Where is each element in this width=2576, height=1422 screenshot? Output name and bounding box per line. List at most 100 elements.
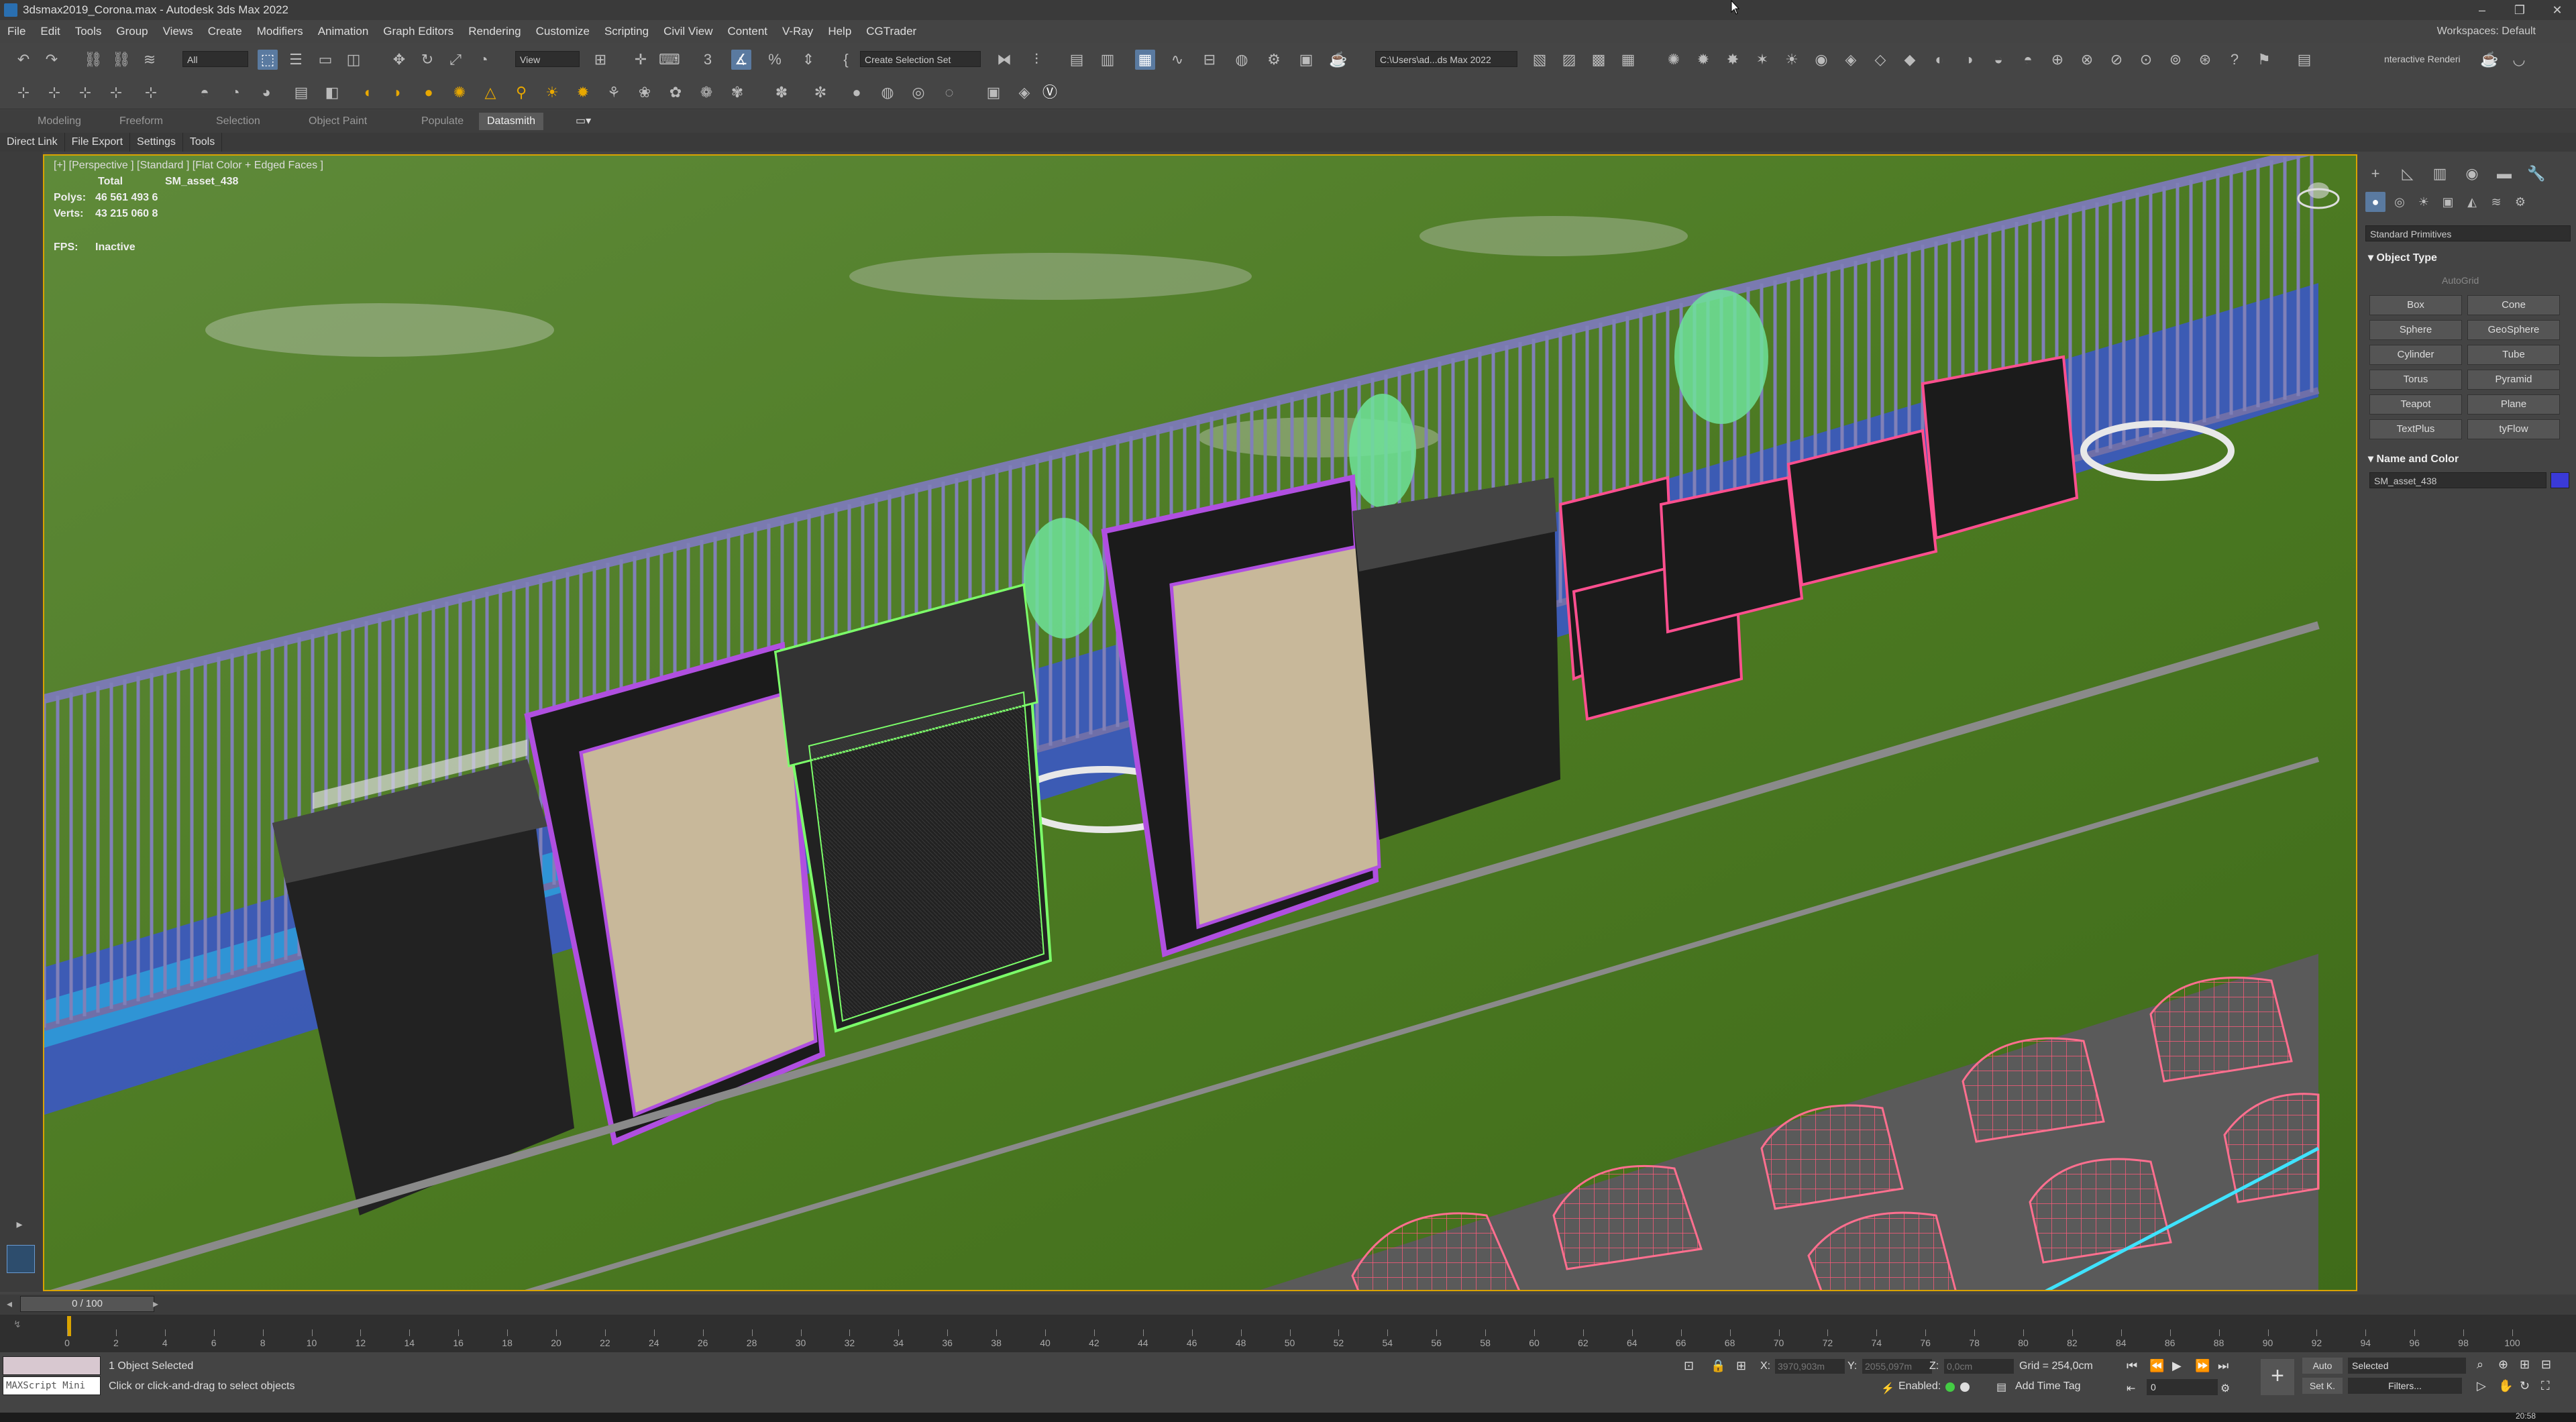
menu-create[interactable]: Create (201, 20, 250, 43)
tool-icon-11[interactable]: ◈ (1841, 50, 1861, 70)
redo-icon[interactable]: ↷ (42, 50, 62, 70)
zoom-all-icon[interactable]: ⊕ (2498, 1358, 2508, 1372)
sphere-button[interactable]: Sphere (2369, 320, 2462, 340)
rendered-frame-window-icon[interactable]: ▣ (1296, 50, 1316, 70)
time-tag-icon[interactable]: ▤ (1996, 1380, 2006, 1394)
tube-button[interactable]: Tube (2467, 345, 2560, 365)
helper-icon-5[interactable]: ✾ (727, 83, 747, 103)
object-type-header[interactable]: ▾ Object Type (2368, 251, 2437, 264)
next-frame-icon[interactable]: ⏩ (2195, 1359, 2210, 1373)
material-editor-icon[interactable]: ◍ (1232, 50, 1252, 70)
menu-file[interactable]: File (0, 20, 33, 43)
ribbon-tab-modeling[interactable]: Modeling (30, 113, 89, 130)
render-production-icon[interactable]: ☕ (1328, 50, 1348, 70)
subtab-file-export[interactable]: File Export (65, 133, 131, 152)
helpers-icon[interactable]: ◭ (2462, 192, 2482, 212)
keyboard-shortcut-icon[interactable]: ⌨ (659, 50, 680, 70)
adaptive-degradation-icon[interactable]: ⚡ (1881, 1382, 1894, 1395)
shapes-icon[interactable]: ◎ (2390, 192, 2410, 212)
light-tool-icon-3[interactable]: ✸ (1723, 50, 1743, 70)
key-filter-dropdown[interactable]: Selected (2348, 1358, 2466, 1374)
teapot-render-icon[interactable]: ☕ (2479, 50, 2500, 70)
isolate-icon[interactable]: ⊡ (1684, 1359, 1694, 1373)
time-slider-left-arrow[interactable]: ◂ (7, 1297, 12, 1311)
geosphere-button[interactable]: GeoSphere (2467, 320, 2560, 340)
workspaces-selector[interactable]: Workspaces: Default (2437, 20, 2536, 43)
maxscript-mini-listener[interactable]: MAXScript Mini (3, 1376, 101, 1395)
menu-cgtrader[interactable]: CGTrader (859, 20, 924, 43)
light-create-icon-8[interactable]: ✹ (573, 83, 593, 103)
tool-icon-21[interactable]: ⊙ (2136, 50, 2156, 70)
menu-tools[interactable]: Tools (68, 20, 109, 43)
material-tool-icon-3[interactable]: ◌ (939, 83, 959, 103)
snap-tool-icon-5[interactable]: ⊹ (141, 83, 161, 103)
light-tool-icon-2[interactable]: ✹ (1693, 50, 1713, 70)
tool-icon-17[interactable]: ◓ (2018, 50, 2038, 70)
vray-toolbar-icon-1[interactable]: ▧ (1529, 50, 1550, 70)
align-icon[interactable]: ⫶ (1026, 50, 1046, 70)
minimize-button[interactable]: – (2463, 0, 2501, 20)
reference-coordinate-dropdown[interactable]: View (515, 51, 580, 67)
selection-filter-dropdown[interactable]: All (182, 51, 248, 67)
name-and-color-header[interactable]: ▾ Name and Color (2368, 452, 2459, 466)
zoom-extents-icon[interactable]: ⊞ (2520, 1358, 2530, 1372)
light-create-icon-5[interactable]: △ (480, 83, 500, 103)
material-tool-icon-2[interactable]: ◎ (908, 83, 928, 103)
scene-explorer-icon[interactable]: ▤ (1067, 50, 1087, 70)
select-object-icon[interactable]: ⬚ (258, 50, 278, 70)
curve-editor-icon[interactable]: ∿ (1167, 50, 1187, 70)
zoom-icon[interactable]: ⌕ (2477, 1358, 2483, 1372)
helper-icon-2[interactable]: ❀ (635, 83, 655, 103)
mirror-icon[interactable]: ⧓ (994, 50, 1014, 70)
place-icon[interactable]: ◔ (474, 50, 494, 70)
time-config-icon[interactable]: ⚙ (2220, 1382, 2230, 1395)
menu-scripting[interactable]: Scripting (597, 20, 656, 43)
auto-key-button[interactable]: Auto (2302, 1358, 2343, 1374)
x-coordinate-field[interactable]: 3970,903m (1775, 1359, 1845, 1374)
expand-panel-icon[interactable]: ▸ (9, 1214, 30, 1234)
utilities-panel-icon[interactable]: 🔧 (2526, 164, 2546, 184)
vray-toolbar-icon-2[interactable]: ▨ (1559, 50, 1579, 70)
field-of-view-icon[interactable]: ▷ (2477, 1379, 2486, 1393)
light-tool-icon-1[interactable]: ✺ (1664, 50, 1684, 70)
create-tool-icon-2[interactable]: ◔ (225, 83, 246, 103)
tool-icon-15[interactable]: ◑ (1959, 50, 1979, 70)
zoom-extents-all-icon[interactable]: ⊟ (2541, 1358, 2551, 1372)
helper-icon-1[interactable]: ⚘ (604, 83, 624, 103)
material-tool-icon-1[interactable]: ◍ (877, 83, 898, 103)
spinner-snap-icon[interactable]: ⇕ (798, 50, 818, 70)
tool-icon-20[interactable]: ⊘ (2106, 50, 2127, 70)
undo-icon[interactable]: ↶ (13, 50, 34, 70)
camera-tool-icon[interactable]: ◉ (1811, 50, 1831, 70)
create-tool-icon-5[interactable]: ◧ (322, 83, 342, 103)
link-icon[interactable]: ⛓ (83, 50, 103, 70)
ribbon-tab-datasmith[interactable]: Datasmith (479, 113, 544, 130)
light-create-icon-4[interactable]: ✺ (449, 83, 470, 103)
subtab-tools[interactable]: Tools (183, 133, 223, 152)
menu-content[interactable]: Content (720, 20, 775, 43)
absolute-mode-icon[interactable]: ⊞ (1736, 1359, 1746, 1373)
create-selection-set-dropdown[interactable]: Create Selection Set (860, 51, 981, 67)
tool-icon-12[interactable]: ◇ (1870, 50, 1890, 70)
render-setup-icon[interactable]: ⚙ (1264, 50, 1284, 70)
tyflow-button[interactable]: tyFlow (2467, 419, 2560, 439)
motion-panel-icon[interactable]: ◉ (2462, 164, 2482, 184)
help-icon[interactable]: ? (2224, 50, 2245, 70)
helper-icon-3[interactable]: ✿ (665, 83, 686, 103)
ribbon-options-icon[interactable]: ▭▾ (568, 113, 599, 130)
percent-snap-icon[interactable]: % (765, 50, 785, 70)
maximize-viewport-icon[interactable]: ⛶ (2541, 1379, 2550, 1393)
box-button[interactable]: Box (2369, 295, 2462, 315)
lights-icon[interactable]: ☀ (2414, 192, 2434, 212)
filters-button[interactable]: Filters... (2348, 1378, 2462, 1394)
ribbon-tab-populate[interactable]: Populate (413, 113, 472, 130)
maxscript-listener-pink[interactable] (3, 1356, 101, 1375)
tool-icon-19[interactable]: ⊗ (2077, 50, 2097, 70)
textplus-button[interactable]: TextPlus (2369, 419, 2462, 439)
angle-snap-icon[interactable]: ∡ (731, 50, 751, 70)
layer-explorer-icon[interactable]: ▥ (1097, 50, 1118, 70)
enabled-indicator[interactable] (1945, 1382, 1955, 1392)
vray-toolbar-icon-4[interactable]: ▦ (1618, 50, 1638, 70)
project-path-dropdown[interactable]: C:\Users\ad...ds Max 2022 (1375, 51, 1517, 67)
category-dropdown[interactable]: Standard Primitives (2365, 225, 2571, 241)
